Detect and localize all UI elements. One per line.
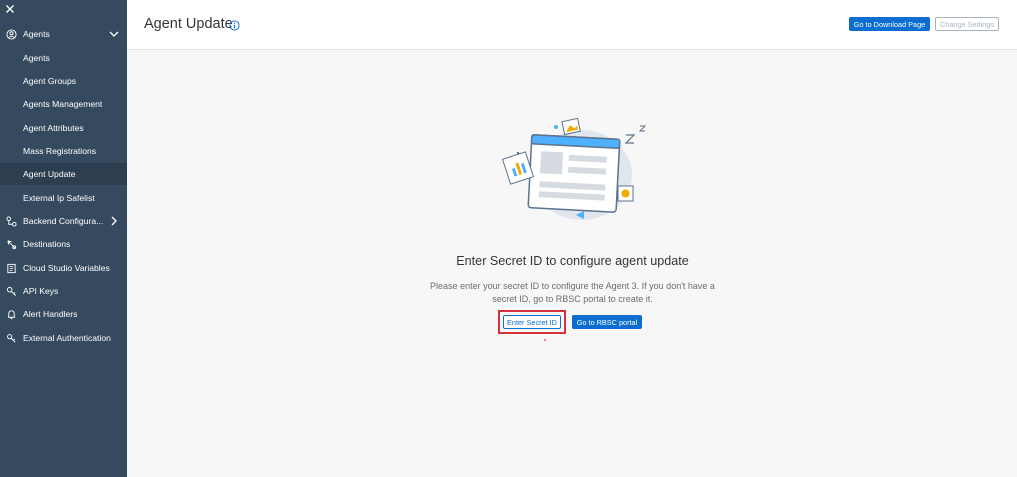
sidebar-item-label: Agent Update (23, 169, 76, 179)
go-to-rbsc-portal-button[interactable]: Go to RBSC portal (572, 315, 642, 329)
sidebar-item-external-authentication[interactable]: External Authentication (0, 327, 127, 349)
bell-icon (5, 308, 17, 320)
sidebar-item-label: Mass Registrations (23, 146, 97, 156)
sidebar-item-label: Agent Groups (23, 76, 77, 86)
sidebar-item-external-ip-safelist[interactable]: External Ip Safelist (0, 187, 127, 209)
empty-state-illustration (500, 115, 655, 230)
chevron-right-icon[interactable] (108, 215, 120, 227)
sidebar-item-cloud-studio-variables[interactable]: Cloud Studio Variables (0, 257, 127, 279)
enter-secret-id-button[interactable]: Enter Secret ID (503, 315, 561, 329)
sidebar-item-label: API Keys (23, 286, 59, 296)
page-header: Agent Update Go to Download Page Change … (127, 0, 1017, 50)
variables-icon (5, 262, 17, 274)
sidebar-item-agents-group[interactable]: Agents (0, 23, 127, 45)
sidebar-item-label: Destinations (23, 239, 71, 249)
sidebar-item-agents[interactable]: Agents (0, 47, 127, 69)
chevron-down-icon[interactable] (108, 28, 120, 40)
go-to-download-page-button[interactable]: Go to Download Page (849, 17, 930, 31)
destinations-icon (5, 238, 17, 250)
sidebar-item-agent-attributes[interactable]: Agent Attributes (0, 117, 127, 139)
sidebar-item-label: Agents (23, 29, 50, 39)
info-icon[interactable] (229, 18, 240, 31)
close-icon[interactable] (5, 3, 19, 17)
sidebar-item-api-keys[interactable]: API Keys (0, 280, 127, 302)
backend-icon (5, 215, 17, 227)
sidebar-item-backend-configuration[interactable]: Backend Configura... (0, 210, 127, 232)
empty-state-description: Please enter your secret ID to configure… (430, 281, 715, 304)
change-settings-button: Change Settings (935, 17, 999, 31)
page-title: Agent Update (144, 16, 233, 32)
sidebar-item-label: Cloud Studio Variables (23, 263, 110, 273)
sidebar-item-agents-management[interactable]: Agents Management (0, 93, 127, 115)
sidebar: Agents Agents Agent Groups Agents Manage… (0, 0, 127, 477)
sidebar-item-label: Agents (23, 53, 50, 63)
key-icon (5, 285, 17, 297)
sidebar-item-destinations[interactable]: Destinations (0, 233, 127, 255)
sidebar-item-label: External Ip Safelist (23, 193, 95, 203)
indicator-dot (544, 339, 546, 341)
empty-state-title: Enter Secret ID to configure agent updat… (456, 254, 689, 268)
sidebar-item-agent-update[interactable]: Agent Update (0, 163, 127, 185)
sidebar-item-alert-handlers[interactable]: Alert Handlers (0, 303, 127, 325)
sidebar-item-label: Alert Handlers (23, 309, 78, 319)
sidebar-item-agent-groups[interactable]: Agent Groups (0, 70, 127, 92)
sidebar-item-label: External Authentication (23, 333, 111, 343)
sidebar-item-label: Agents Management (23, 99, 103, 109)
sidebar-item-label: Backend Configura... (23, 216, 104, 226)
sidebar-item-mass-registrations[interactable]: Mass Registrations (0, 140, 127, 162)
external-auth-icon (5, 332, 17, 344)
sidebar-item-label: Agent Attributes (23, 123, 84, 133)
user-circle-icon (5, 28, 17, 40)
